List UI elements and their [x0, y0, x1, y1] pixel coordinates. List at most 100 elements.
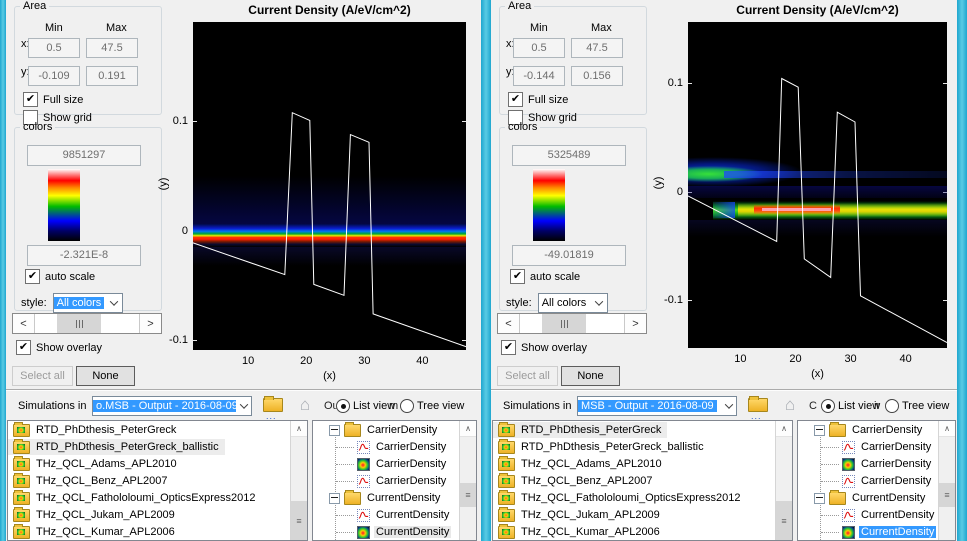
tree-node-folder[interactable]: CurrentDensity	[798, 490, 939, 506]
tree-view-radio[interactable]	[400, 399, 414, 413]
plot-canvas[interactable]	[688, 22, 947, 348]
outputs-tree: CarrierDensityCarrierDensityCarrierDensi…	[312, 420, 477, 541]
list-item[interactable]: RTD_PhDthesis_PeterGreck_ballistic	[8, 439, 225, 455]
tree-view-label[interactable]: Tree view	[902, 400, 949, 412]
scroll-up-arrow[interactable]: ∧	[291, 421, 307, 437]
plot-canvas[interactable]	[193, 22, 466, 350]
none-button[interactable]: None	[561, 366, 620, 386]
color-min-field[interactable]: -49.01819	[512, 245, 626, 266]
tree-node-folder[interactable]: CurrentDensity	[313, 490, 460, 506]
scrollbar-track[interactable]	[35, 314, 139, 333]
colormap-swatch	[48, 169, 80, 241]
tree-node-dataset[interactable]: CurrentDensity	[798, 507, 939, 523]
tree-node-dataset[interactable]: CarrierDensity	[798, 456, 939, 472]
tree-node-dataset[interactable]: CurrentDensity	[313, 507, 460, 523]
select-all-button[interactable]: Select all	[12, 366, 73, 386]
y-max-field[interactable]: 0.191	[86, 66, 138, 86]
tree-scrollbar[interactable]: ∧≡	[459, 421, 476, 540]
tree-node-dataset[interactable]: CurrentDensity	[313, 524, 460, 540]
folder-icon	[13, 492, 30, 505]
show-overlay-checkbox[interactable]: ✔Show overlay	[501, 340, 587, 355]
x-max-field[interactable]: 47.5	[571, 38, 623, 58]
scroll-up-arrow[interactable]: ∧	[776, 421, 792, 437]
list-scrollbar[interactable]: ∧≡	[775, 421, 792, 540]
list-item[interactable]: THz_QCL_Adams_APL2010	[493, 456, 668, 472]
panel-splitter[interactable]	[481, 0, 491, 541]
y-max-field[interactable]: 0.156	[571, 66, 623, 86]
simulations-list-rows: RTD_PhDthesis_PeterGreckRTD_PhDthesis_Pe…	[8, 422, 307, 541]
x-tick-label: 10	[734, 353, 746, 365]
frame-scrollbar[interactable]: < >	[12, 313, 162, 334]
collapse-icon[interactable]	[329, 493, 340, 504]
list-item[interactable]: THz_QCL_Fathololoumi_OpticsExpress2012	[8, 490, 262, 506]
list-item[interactable]: THz_QCL_Jukam_APL2009	[8, 507, 181, 523]
none-button[interactable]: None	[76, 366, 135, 386]
color-min-field[interactable]: -2.321E-8	[27, 245, 141, 266]
style-combobox[interactable]: All colors	[53, 293, 123, 313]
select-all-button[interactable]: Select all	[497, 366, 558, 386]
tree-node-dataset[interactable]: CarrierDensity	[313, 439, 460, 455]
show-overlay-checkbox[interactable]: ✔Show overlay	[16, 340, 102, 355]
simulations-combobox[interactable]: MSB - Output - 2016-08-09	[577, 396, 737, 416]
scroll-left-arrow[interactable]: <	[498, 314, 520, 333]
scrollbar-thumb[interactable]	[57, 314, 101, 333]
tree-node-dataset[interactable]: CurrentDensity	[798, 524, 939, 540]
chart-title: Current Density (A/eV/cm^2)	[248, 3, 410, 17]
list-item[interactable]: RTD_PhDthesis_PeterGreck_ballistic	[493, 439, 710, 455]
list-view-radio[interactable]	[821, 399, 835, 413]
list-item[interactable]: THz_QCL_Benz_APL2007	[8, 473, 173, 489]
scrollbar-thumb[interactable]: ≡	[460, 483, 476, 507]
list-item[interactable]: THz_QCL_Kumar_APL2006	[493, 524, 666, 540]
auto-scale-checkbox[interactable]: ✔auto scale	[25, 269, 95, 284]
tree-view-radio[interactable]	[885, 399, 899, 413]
scroll-up-arrow[interactable]: ∧	[939, 421, 955, 437]
list-item[interactable]: THz_QCL_Benz_APL2007	[493, 473, 658, 489]
browse-folder-icon[interactable]	[747, 394, 769, 412]
scroll-right-arrow[interactable]: >	[139, 314, 161, 333]
tree-scrollbar[interactable]: ∧≡	[938, 421, 955, 540]
tree-node-dataset[interactable]: CarrierDensity	[798, 473, 939, 489]
list-item[interactable]: THz_QCL_Jukam_APL2009	[493, 507, 666, 523]
collapse-icon[interactable]	[814, 493, 825, 504]
list-item[interactable]: RTD_PhDthesis_PeterGreck	[8, 422, 182, 438]
list-scrollbar[interactable]: ∧≡	[290, 421, 307, 540]
frame-scrollbar[interactable]: < >	[497, 313, 647, 334]
y-min-field[interactable]: -0.144	[513, 66, 565, 86]
tree-view-label[interactable]: Tree view	[417, 400, 464, 412]
scrollbar-track[interactable]	[520, 314, 624, 333]
tree-node-dataset[interactable]: CarrierDensity	[798, 439, 939, 455]
full-size-checkbox[interactable]: ✔Full size	[23, 92, 83, 107]
list-item[interactable]: THz_QCL_Kumar_APL2006	[8, 524, 181, 540]
scrollbar-thumb[interactable]: ≡	[291, 501, 307, 540]
tree-node-dataset[interactable]: CarrierDensity	[313, 473, 460, 489]
simulations-list-rows: RTD_PhDthesis_PeterGreckRTD_PhDthesis_Pe…	[493, 422, 792, 541]
collapse-icon[interactable]	[814, 425, 825, 436]
y-min-field[interactable]: -0.109	[28, 66, 80, 86]
full-size-checkbox[interactable]: ✔Full size	[508, 92, 568, 107]
scrollbar-thumb[interactable]: ≡	[776, 501, 792, 540]
y-axis-label: (y)	[157, 178, 169, 191]
x-min-field[interactable]: 0.5	[28, 38, 80, 58]
scrollbar-thumb[interactable]: ≡	[939, 483, 955, 507]
browse-folder-icon[interactable]	[262, 394, 284, 412]
scroll-up-arrow[interactable]: ∧	[460, 421, 476, 437]
x-min-field[interactable]: 0.5	[513, 38, 565, 58]
scroll-right-arrow[interactable]: >	[624, 314, 646, 333]
list-item[interactable]: THz_QCL_Adams_APL2010	[8, 456, 183, 472]
color-max-field[interactable]: 9851297	[27, 145, 141, 166]
collapse-icon[interactable]	[329, 425, 340, 436]
list-item[interactable]: THz_QCL_Fathololoumi_OpticsExpress2012	[493, 490, 747, 506]
color-max-field[interactable]: 5325489	[512, 145, 626, 166]
scroll-left-arrow[interactable]: <	[13, 314, 35, 333]
simulations-combobox[interactable]: o.MSB - Output - 2016-08-09	[92, 396, 252, 416]
scrollbar-thumb[interactable]	[542, 314, 586, 333]
tree-node-folder[interactable]: CarrierDensity	[798, 422, 939, 438]
list-item[interactable]: RTD_PhDthesis_PeterGreck	[493, 422, 667, 438]
style-combobox[interactable]: All colors	[538, 293, 608, 313]
x-max-field[interactable]: 47.5	[86, 38, 138, 58]
list-view-radio[interactable]	[336, 399, 350, 413]
auto-scale-checkbox[interactable]: ✔auto scale	[510, 269, 580, 284]
window-edge-right	[957, 0, 967, 541]
tree-node-folder[interactable]: CarrierDensity	[313, 422, 460, 438]
tree-node-dataset[interactable]: CarrierDensity	[313, 456, 460, 472]
